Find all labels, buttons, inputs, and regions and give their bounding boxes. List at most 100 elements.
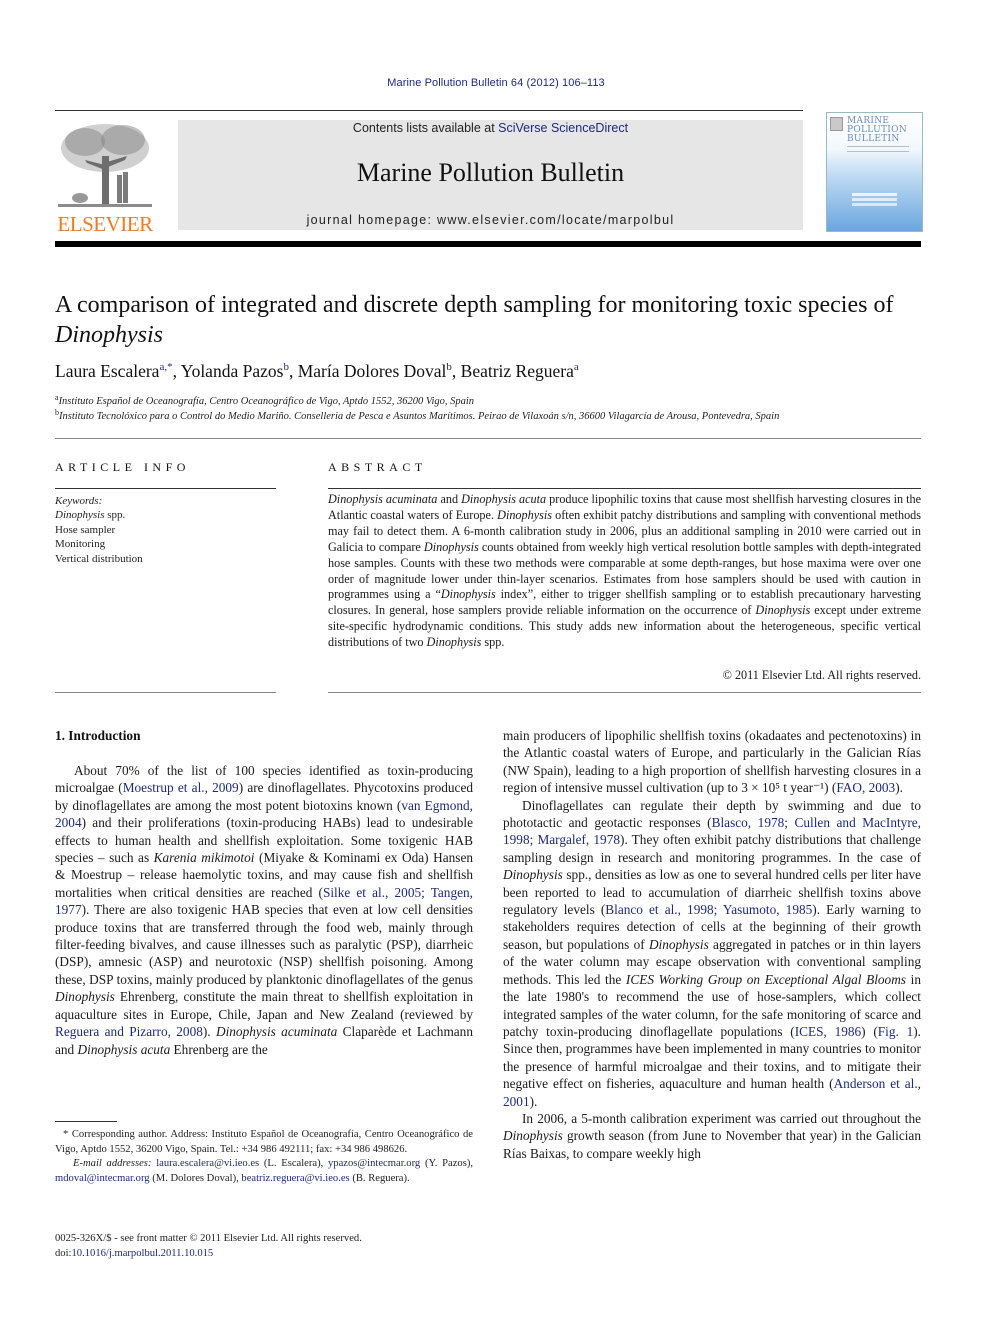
contents-prefix: Contents lists available at [352,121,499,135]
affiliation-text: Instituto Español de Oceanografía, Centr… [58,396,475,407]
email-addresses: E-mail addresses: laura.escalera@vi.ieo.… [55,1157,473,1186]
footnote-rule [55,1121,117,1122]
body-paragraph: Dinoflagellates can regulate their depth… [503,797,921,1110]
italic-term: Dinophysis [55,989,115,1005]
citation-link[interactable]: ICES, 1986 [795,1024,861,1039]
text-run: ) ( [861,1023,878,1039]
header-rule [55,110,803,111]
contents-line: Contents lists available at SciVerse Sci… [178,121,803,135]
cover-title: MARINE POLLUTION BULLETIN [847,116,907,144]
tree-icon [58,124,152,207]
abstract-segment: and [437,492,462,506]
text-run: growth season (from June to November tha… [503,1128,921,1161]
keyword-item: Hose sampler [55,523,116,536]
affiliation-b: bInstituto Tecnolóxico para o Control do… [55,409,935,423]
journal-cover-thumbnail: MARINE POLLUTION BULLETIN [826,112,923,232]
italic-term: Dinophysis [648,936,709,952]
header-thick-rule [55,241,921,247]
email-label: E-mail addresses: [73,1158,152,1170]
text-run: ). [895,780,903,796]
title-italic: Dinophysis [55,322,163,348]
affiliation-a: aInstituto Español de Oceanografía, Cent… [55,394,935,408]
text-run: ). [529,1093,538,1109]
italic-taxon: Dinophysis acuta [461,492,547,506]
issn-line: 0025-326X/$ - see front matter © 2011 El… [55,1233,362,1244]
section-heading-introduction: 1. Introduction [55,728,141,743]
issn-doi-block: 0025-326X/$ - see front matter © 2011 El… [55,1231,475,1261]
title-main: A comparison of integrated and discrete … [55,292,894,318]
abstract-copyright: © 2011 Elsevier Ltd. All rights reserved… [722,668,921,682]
abstract-text: Dinophysis acuminata and Dinophysis acut… [328,492,921,651]
email-owner: (B. Reguera). [349,1172,410,1184]
author-name: Beatriz Reguera [460,361,574,381]
italic-taxon: Dinophysis [497,507,552,522]
article-info-bottom-rule [55,692,276,693]
text-run: In 2006, a 5-month calibration experimen… [522,1110,921,1126]
keyword-item: Monitoring [55,538,106,551]
text-run: ). [202,1024,216,1040]
author-affiliation-mark[interactable]: b [446,361,452,373]
citation-link[interactable]: Fig. 1 [878,1024,913,1039]
email-owner: (Y. Pazos), [420,1158,473,1170]
author-name: María Dolores Doval [297,361,447,381]
body-left-column: About 70% of the list of 100 species ide… [55,762,473,1058]
sciencedirect-link[interactable]: SciVerse ScienceDirect [498,121,628,135]
keyword-item: Dinophysis spp. [55,509,126,522]
citation-link[interactable]: Reguera and Pizarro, 2008 [55,1024,203,1039]
article-info-heading: ARTICLE INFO [55,460,190,474]
italic-taxon: Dinophysis acuminata [328,492,438,506]
journal-homepage[interactable]: journal homepage: www.elsevier.com/locat… [178,213,803,227]
author-affiliation-mark[interactable]: b [283,361,289,373]
footnotes: * Corresponding author. Address: Institu… [55,1128,473,1186]
text-run: ). There are also toxigenic HAB species … [55,902,473,987]
body-paragraph: About 70% of the list of 100 species ide… [55,762,473,1058]
doi-label: doi: [55,1248,72,1259]
citation-link[interactable]: FAO, 2003 [836,780,895,795]
article-info-top-rule [55,488,276,489]
abstract-bottom-rule [328,692,921,693]
cover-subtitle-lines [847,146,909,152]
italic-term: Karenia mikimotoi [153,850,255,866]
citation-link[interactable]: Moestrup et al., 2009 [123,780,239,795]
email-owner: (M. Dolores Doval), [149,1172,242,1184]
email-link[interactable]: beatriz.reguera@vi.ieo.es [241,1173,349,1184]
italic-taxon: Dinophysis [426,635,482,650]
italic-taxon: Dinophysis [755,603,811,618]
doi-link[interactable]: 10.1016/j.marpolbul.2011.10.015 [71,1248,213,1259]
keywords-list: Keywords: Dinophysis spp. Hose sampler M… [55,494,275,566]
italic-term: Dinophysis acuta [77,1041,171,1057]
keywords-label: Keywords: [55,495,103,507]
italic-term: Dinophysis [503,867,563,883]
email-link[interactable]: ypazos@intecmar.org [328,1158,420,1169]
keyword-item: Vertical distribution [55,552,143,565]
journal-title: Marine Pollution Bulletin [356,158,625,187]
elsevier-wordmark: ELSEVIER [57,212,153,236]
abstract-segment: spp. [481,635,505,650]
body-paragraph: main producers of lipophilic shellfish t… [503,727,921,797]
email-owner: (L. Escalera), [259,1158,328,1170]
journal-citation[interactable]: Marine Pollution Bulletin 64 (2012) 106–… [0,77,992,89]
body-paragraph: In 2006, a 5-month calibration experimen… [503,1110,921,1162]
text-run: Ehrenberg, constitute the main threat to… [55,989,473,1022]
email-link[interactable]: laura.escalera@vi.ieo.es [156,1158,259,1169]
abstract-heading: ABSTRACT [328,460,427,474]
author-affiliation-mark[interactable]: a [574,361,579,373]
italic-taxon: Dinophysis [423,539,479,554]
corresponding-author-note: * Corresponding author. Address: Institu… [55,1129,473,1155]
text-run: Ehrenberg are the [170,1041,268,1057]
author-affiliation-mark[interactable]: a,* [159,361,172,373]
article-title: A comparison of integrated and discrete … [55,290,925,350]
italic-taxon: Dinophysis [440,587,496,602]
body-right-column: main producers of lipophilic shellfish t… [503,727,921,1162]
cover-water-reflection [852,193,897,196]
citation-link[interactable]: Blanco et al., 1998; Yasumoto, 1985 [605,902,812,917]
email-link[interactable]: mdoval@intecmar.org [55,1173,150,1184]
italic-term: Dinophysis acuminata [215,1024,338,1040]
affiliation-rule [55,438,921,439]
author-list: Laura Escaleraa,*, Yolanda Pazosb, María… [55,361,579,381]
author-name: Yolanda Pazos [180,361,284,381]
affiliation-text: Instituto Tecnolóxico para o Control do … [59,411,780,422]
italic-term: ICES Working Group on Exceptional Algal … [625,971,906,987]
author-name: Laura Escalera [55,361,160,381]
doi-line: doi:10.1016/j.marpolbul.2011.10.015 [55,1246,475,1261]
